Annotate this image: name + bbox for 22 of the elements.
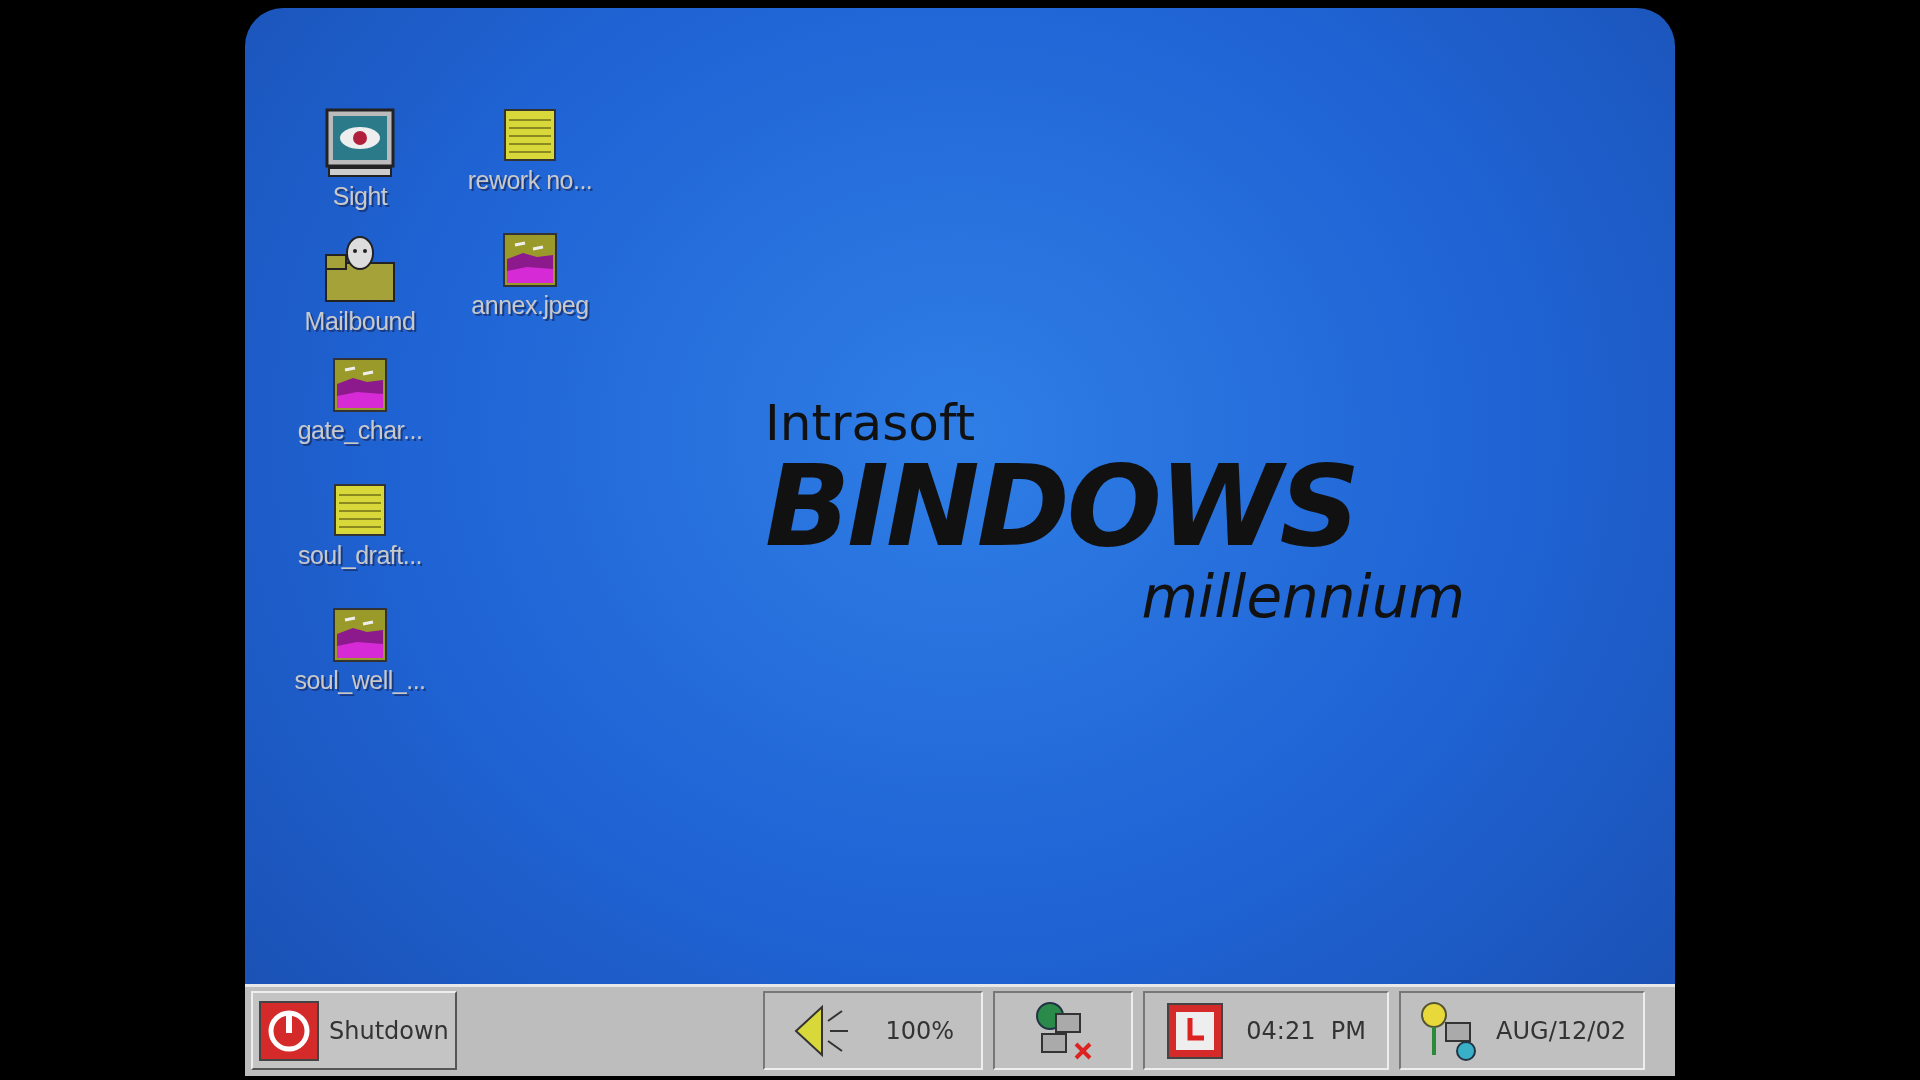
notepad-icon [333,483,387,537]
shutdown-button[interactable]: Shutdown [251,991,457,1070]
logo-brand: Intrasoft [765,398,977,448]
desktop-shortcut[interactable]: rework no... [445,108,615,195]
desktop-shortcut[interactable]: gate_char... [275,358,445,445]
eye-monitor-icon [325,108,395,178]
desktop-shortcut[interactable]: soul_draft... [275,483,445,570]
power-icon [259,1000,319,1061]
desktop-shortcut[interactable]: Sight [275,108,445,211]
notepad-icon [503,108,557,162]
logo-product: BINDOWS [765,448,1359,566]
picture-file-icon [333,358,387,412]
desktop-shortcut[interactable]: annex.jpeg [445,233,615,320]
volume-reading: 100% [885,1016,955,1045]
desktop-shortcut[interactable]: soul_well_... [275,608,445,695]
date-text: AUG/12/02 [1496,1016,1626,1045]
desktop-shortcut[interactable]: Mailbound [275,233,445,336]
picture-file-icon [503,233,557,287]
picture-file-icon [333,608,387,662]
mail-folder-icon [324,233,396,303]
logo-edition: millennium [1141,565,1465,630]
clock-time: 04:21 PM [1246,1016,1366,1045]
